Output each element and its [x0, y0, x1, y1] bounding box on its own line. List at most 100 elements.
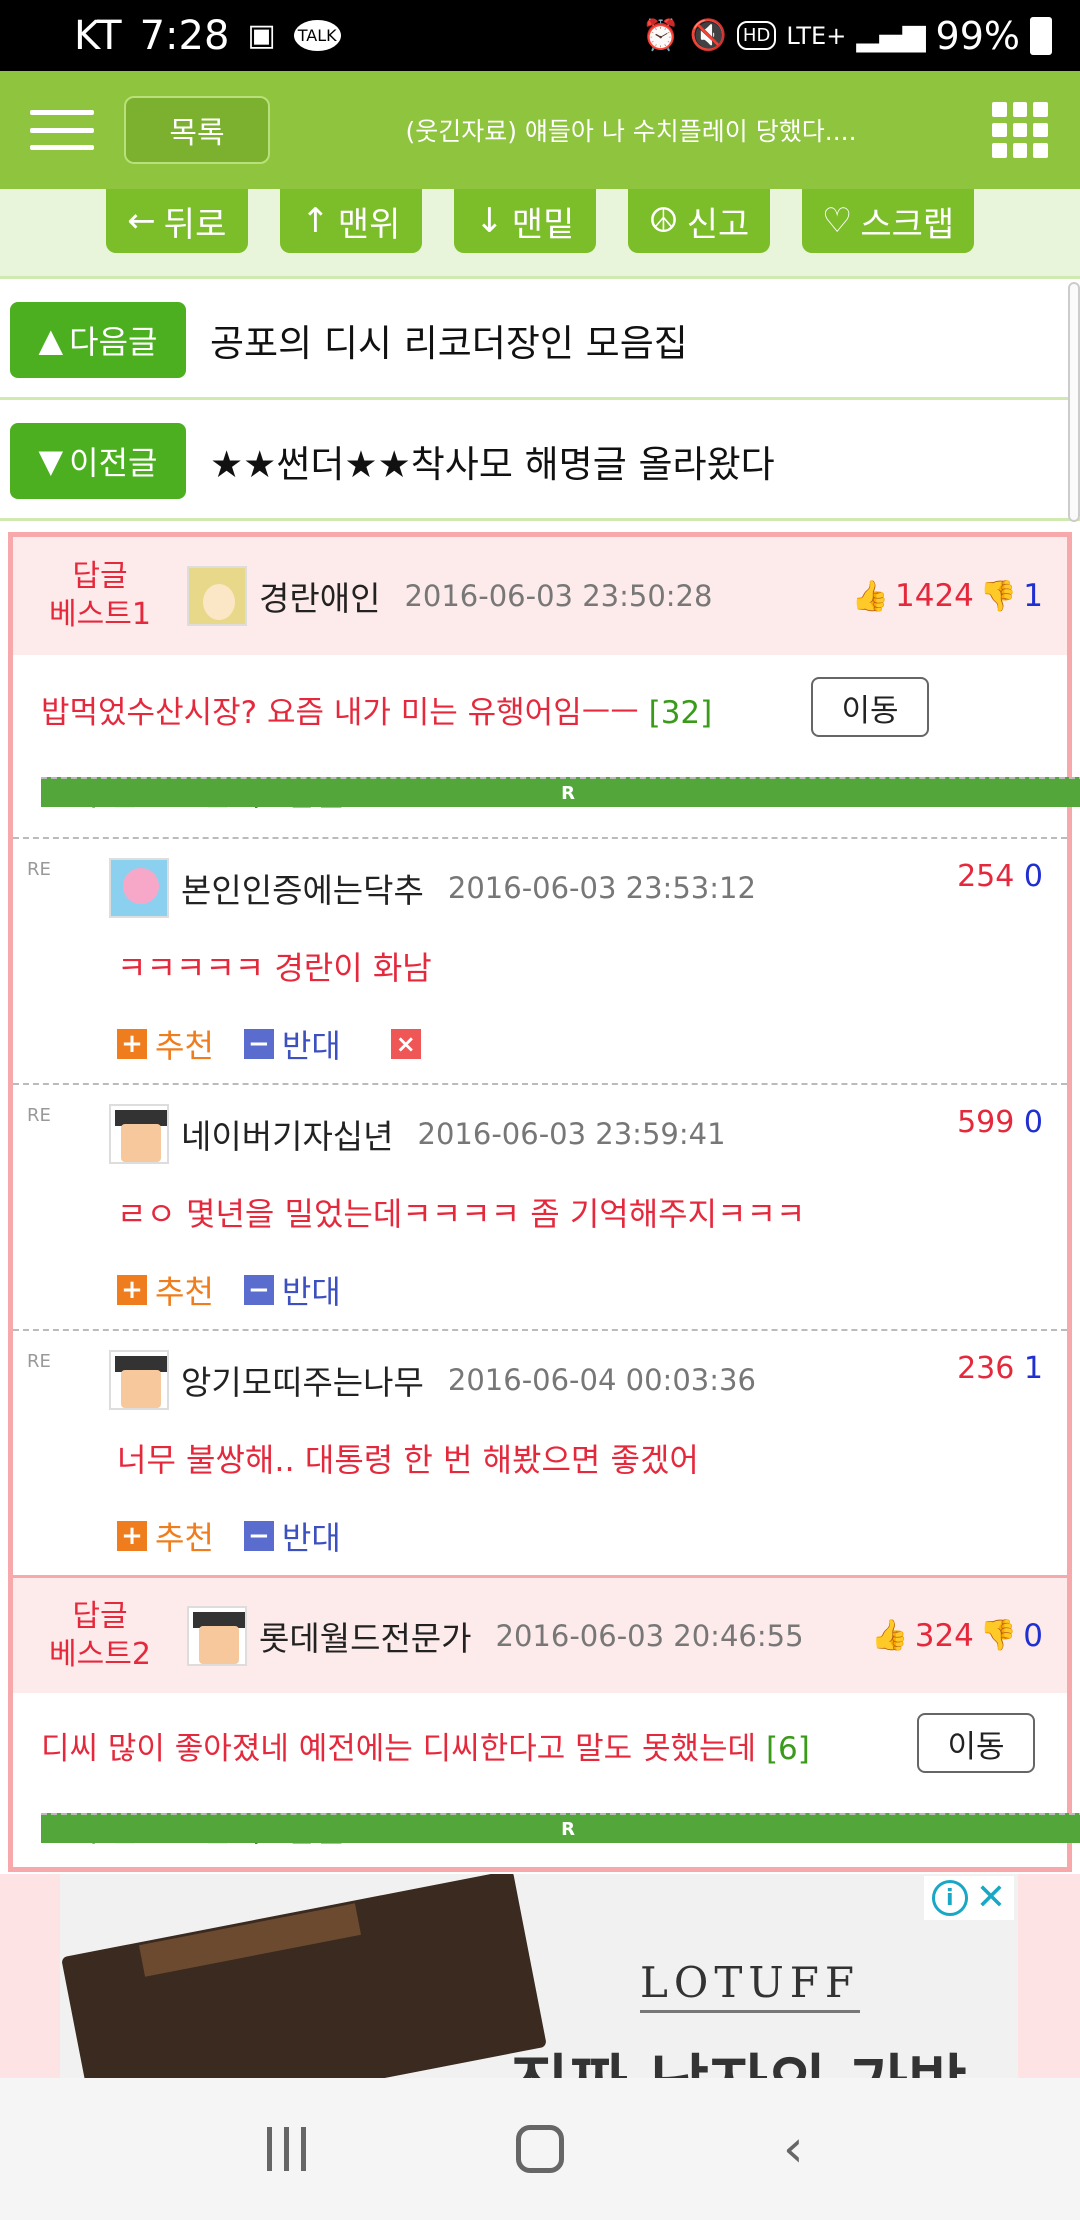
up-count: 599 [957, 1105, 1015, 1140]
plus-icon: + [117, 1029, 147, 1059]
thumbs-down-icon: 👎 [979, 578, 1018, 614]
prev-post-title[interactable]: ★★썬더★★착사모 해명글 올라왔다 [210, 434, 775, 488]
reply-header: 본인인증에는닥추 2016-06-03 23:53:12 [109, 857, 756, 919]
oppose-button[interactable]: −반대 [243, 1021, 341, 1067]
comment-author[interactable]: 경란애인 [259, 572, 380, 620]
reply-header: 네이버기자십년 2016-06-03 23:59:41 [109, 1103, 726, 1165]
close-icon: × [390, 1029, 421, 1059]
up-count: 324 [914, 1617, 974, 1654]
advertisement-banner[interactable]: LOTUFF 진짜 남자의 가방 i ✕ [0, 1874, 1080, 2078]
best-comment-body: 디씨 많이 좋아졌네 예전에는 디씨한다고 말도 못했는데 [6] 이동 +추천… [13, 1693, 1080, 1867]
grid-menu-icon[interactable] [992, 102, 1048, 158]
top-button[interactable]: ↑ 맨위 [279, 189, 422, 253]
comment-text: 디씨 많이 좋아졌네 예전에는 디씨한다고 말도 못했는데 [6] [41, 1723, 810, 1768]
reply-author[interactable]: 본인인증에는닥추 [181, 864, 424, 912]
home-button[interactable] [495, 2125, 585, 2173]
comment-date: 2016-06-03 20:46:55 [495, 1618, 804, 1653]
minus-icon: − [243, 1275, 274, 1305]
scrap-label: 스크랩 [860, 204, 955, 245]
up-count: 254 [957, 859, 1015, 894]
ad-choices[interactable]: i ✕ [923, 1876, 1014, 1920]
best-label: 답글 베스트2 [13, 1598, 187, 1674]
back-nav-icon[interactable]: ‹ [748, 2119, 838, 2179]
menu-icon[interactable] [30, 110, 94, 150]
comment-actions: +추천 −반대 R답글 [41, 769, 1080, 815]
next-label: 다음글 [69, 322, 158, 361]
report-button[interactable]: ☮ 신고 [627, 189, 770, 253]
reply-actions: + 추천 − 반대 × [117, 1021, 421, 1067]
reply-item: RE 네이버기자십년 2016-06-03 23:59:41 599 0 ㄹㅇ … [13, 1083, 1067, 1329]
gallery-icon: ▣ [247, 18, 276, 53]
oppose-label: 반대 [281, 1273, 341, 1311]
thumbs-down-icon: 👎 [979, 1618, 1018, 1653]
best-label-line1: 답글 [72, 1598, 128, 1634]
avatar[interactable] [109, 858, 169, 918]
delete-button[interactable]: × [390, 1029, 421, 1059]
recommend-button[interactable]: + 추천 [117, 1021, 214, 1067]
kakaotalk-icon: TALK [293, 20, 341, 51]
home-icon [515, 2125, 564, 2173]
triangle-down-icon: ▼ [38, 441, 64, 480]
reply-button[interactable]: R답글 [41, 1805, 1080, 1851]
recommend-button[interactable]: + 추천 [117, 1513, 214, 1559]
reply-votes: 236 1 [957, 1351, 1043, 1386]
oppose-button[interactable]: −반대 [243, 1267, 341, 1313]
reply-button[interactable]: R답글 [41, 769, 1080, 815]
thumbs-up-icon: 👍 [871, 1618, 909, 1653]
avatar[interactable] [109, 1104, 169, 1164]
avatar[interactable] [187, 566, 247, 626]
info-icon[interactable]: i [931, 1880, 968, 1916]
reply-text: ㄹㅇ 몇년을 밀었는데ㅋㅋㅋㅋ 좀 기억해주지ㅋㅋㅋ [117, 1195, 806, 1233]
hd-icon: HD [736, 21, 777, 50]
bag-image [61, 1874, 547, 2078]
recommend-label: 추천 [155, 1273, 214, 1311]
signal-icon: ▂▄▆ [856, 18, 926, 53]
recommend-button[interactable]: + 추천 [117, 1267, 214, 1313]
brand-underline [640, 2010, 860, 2013]
scrap-button[interactable]: ♡ 스크랩 [801, 189, 975, 253]
comment-date: 2016-06-03 23:50:28 [404, 579, 713, 613]
bottom-button[interactable]: ↓ 맨밑 [453, 189, 596, 253]
re-marker: RE [27, 859, 51, 880]
re-marker: RE [27, 1351, 51, 1372]
reply-author[interactable]: 앙기모띠주는나무 [181, 1356, 424, 1404]
prev-post-row[interactable]: ▼ 이전글 ★★썬더★★착사모 해명글 올라왔다 [0, 403, 1080, 521]
ad-content[interactable]: LOTUFF 진짜 남자의 가방 i ✕ [60, 1874, 1018, 2078]
move-button[interactable]: 이동 [917, 1713, 1035, 1773]
bottom-label: 맨밑 [511, 204, 575, 245]
top-label: 맨위 [337, 204, 401, 245]
reply-header: 앙기모띠주는나무 2016-06-04 00:03:36 [109, 1349, 756, 1411]
minus-icon: − [243, 1521, 274, 1551]
recent-apps-icon[interactable] [242, 2127, 332, 2171]
alarm-icon: ⏰ [642, 18, 680, 53]
best-comment-header: 답글 베스트2 롯데월드전문가 2016-06-03 20:46:55 👍 32… [13, 1575, 1067, 1693]
back-button[interactable]: ← 뒤로 [105, 189, 248, 253]
action-bar: ← 뒤로 ↑ 맨위 ↓ 맨밑 ☮ 신고 ♡ 스크랩 [0, 189, 1080, 279]
move-button[interactable]: 이동 [811, 677, 929, 737]
avatar[interactable] [109, 1350, 169, 1410]
reply-author[interactable]: 네이버기자십년 [181, 1110, 394, 1158]
best-label-line1: 답글 [72, 559, 128, 594]
top-bar: 목록 (웃긴자료) 얘들아 나 수치플레이 당했다.... [0, 71, 1080, 189]
scrollbar[interactable] [1068, 282, 1080, 522]
reply-votes: 599 0 [957, 1105, 1043, 1140]
oppose-button[interactable]: −반대 [243, 1513, 341, 1559]
down-count: 0 [1023, 859, 1043, 894]
reply-item: RE 본인인증에는닥추 2016-06-03 23:53:12 254 0 ㅋㅋ… [13, 837, 1067, 1083]
close-icon[interactable]: ✕ [976, 1880, 1006, 1916]
comment-author[interactable]: 롯데월드전문가 [259, 1612, 472, 1660]
carrier-label: KT [74, 12, 122, 59]
next-post-row[interactable]: ▲ 다음글 공포의 디시 리코더장인 모음집 [0, 282, 1080, 400]
reply-date: 2016-06-04 00:03:36 [447, 1363, 756, 1397]
battery-icon [1030, 16, 1052, 55]
next-post-button[interactable]: ▲ 다음글 [10, 301, 186, 378]
list-button[interactable]: 목록 [124, 96, 270, 164]
prev-post-button[interactable]: ▼ 이전글 [10, 422, 186, 499]
arrow-down-icon: ↓ [475, 201, 504, 241]
avatar[interactable] [187, 1605, 247, 1666]
back-label: 뒤로 [163, 204, 227, 245]
system-nav-bar: ‹ [0, 2078, 1080, 2220]
next-post-title[interactable]: 공포의 디시 리코더장인 모음집 [210, 313, 688, 367]
best-label: 답글 베스트1 [13, 558, 187, 634]
down-count: 0 [1023, 1617, 1043, 1654]
